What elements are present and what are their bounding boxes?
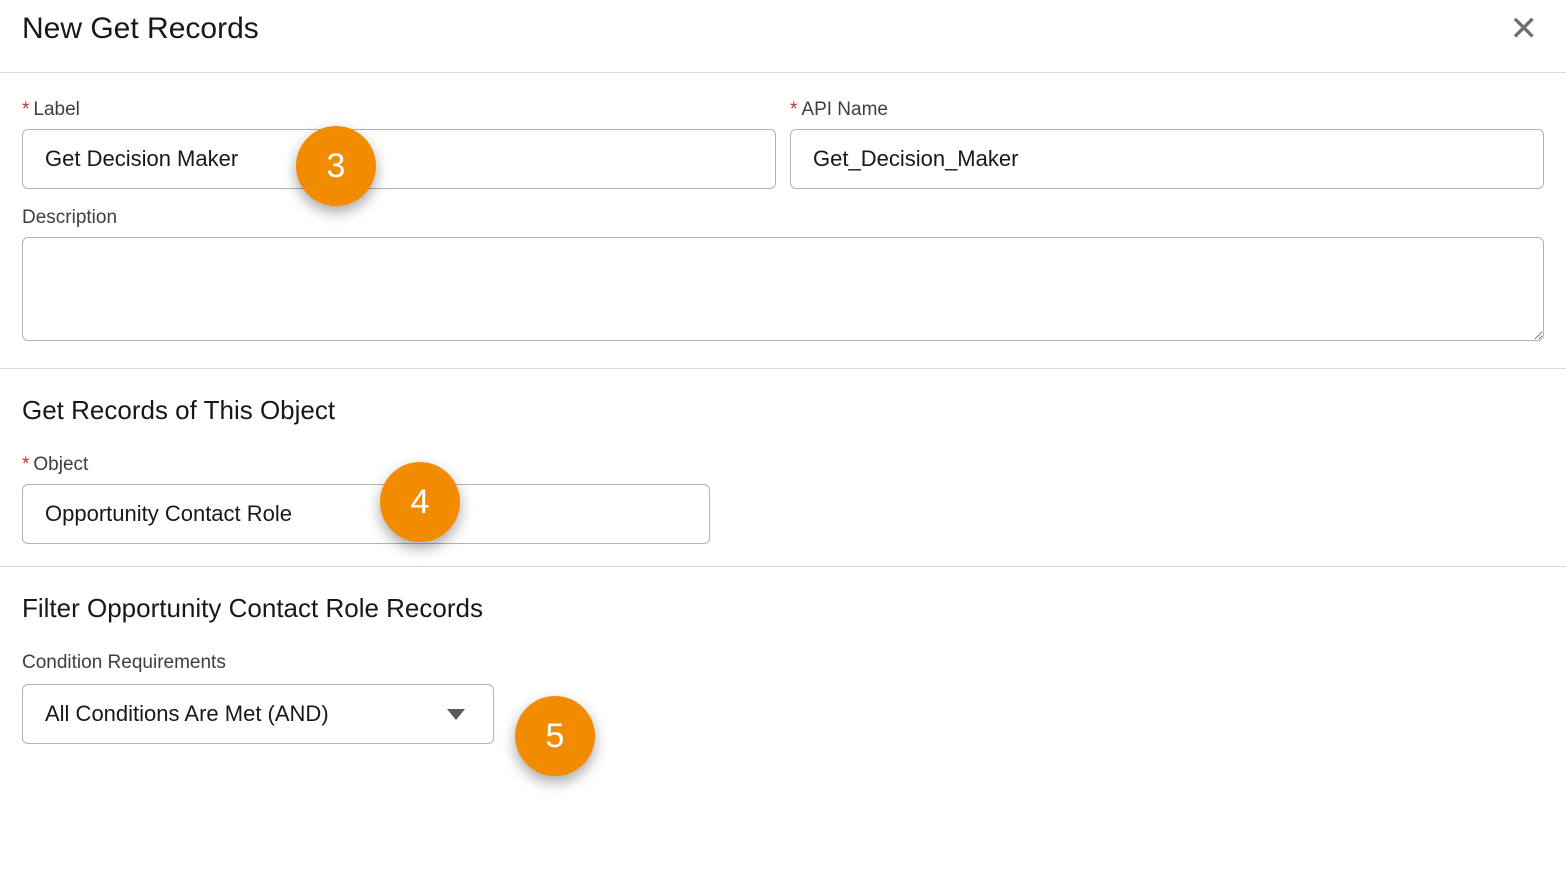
callout-5: 5: [515, 696, 595, 776]
close-icon: ✕: [1510, 10, 1539, 48]
filter-section-heading: Filter Opportunity Contact Role Records: [22, 593, 1544, 624]
required-indicator: *: [790, 99, 797, 120]
condition-requirements-select[interactable]: All Conditions Are Met (AND): [22, 684, 494, 744]
modal-title: New Get Records: [22, 12, 259, 46]
object-field-label: *Object: [22, 454, 1544, 476]
close-button[interactable]: ✕: [1504, 12, 1545, 46]
condition-value: All Conditions Are Met (AND): [45, 701, 329, 727]
modal-header: New Get Records ✕: [0, 0, 1566, 73]
description-field-label: Description: [22, 207, 1544, 229]
condition-requirements-label: Condition Requirements: [22, 652, 1544, 674]
apiname-field-label: *API Name: [790, 99, 1544, 121]
object-section: Get Records of This Object *Object Oppor…: [0, 368, 1566, 566]
label-field-label: *Label: [22, 99, 776, 121]
object-value: Opportunity Contact Role: [45, 501, 292, 527]
object-section-heading: Get Records of This Object: [22, 395, 1544, 426]
required-indicator: *: [22, 454, 29, 475]
get-records-modal: New Get Records ✕ *Label *API Name: [0, 0, 1566, 894]
chevron-down-icon: [447, 709, 465, 720]
description-textarea[interactable]: [22, 237, 1544, 341]
filter-section: Filter Opportunity Contact Role Records …: [0, 566, 1566, 894]
apiname-input[interactable]: [790, 129, 1544, 189]
object-combobox[interactable]: Opportunity Contact Role: [22, 484, 710, 544]
required-indicator: *: [22, 99, 29, 120]
basic-info-section: *Label *API Name Description: [0, 73, 1566, 368]
label-input[interactable]: [22, 129, 776, 189]
callout-3: 3: [296, 126, 376, 206]
callout-4: 4: [380, 462, 460, 542]
